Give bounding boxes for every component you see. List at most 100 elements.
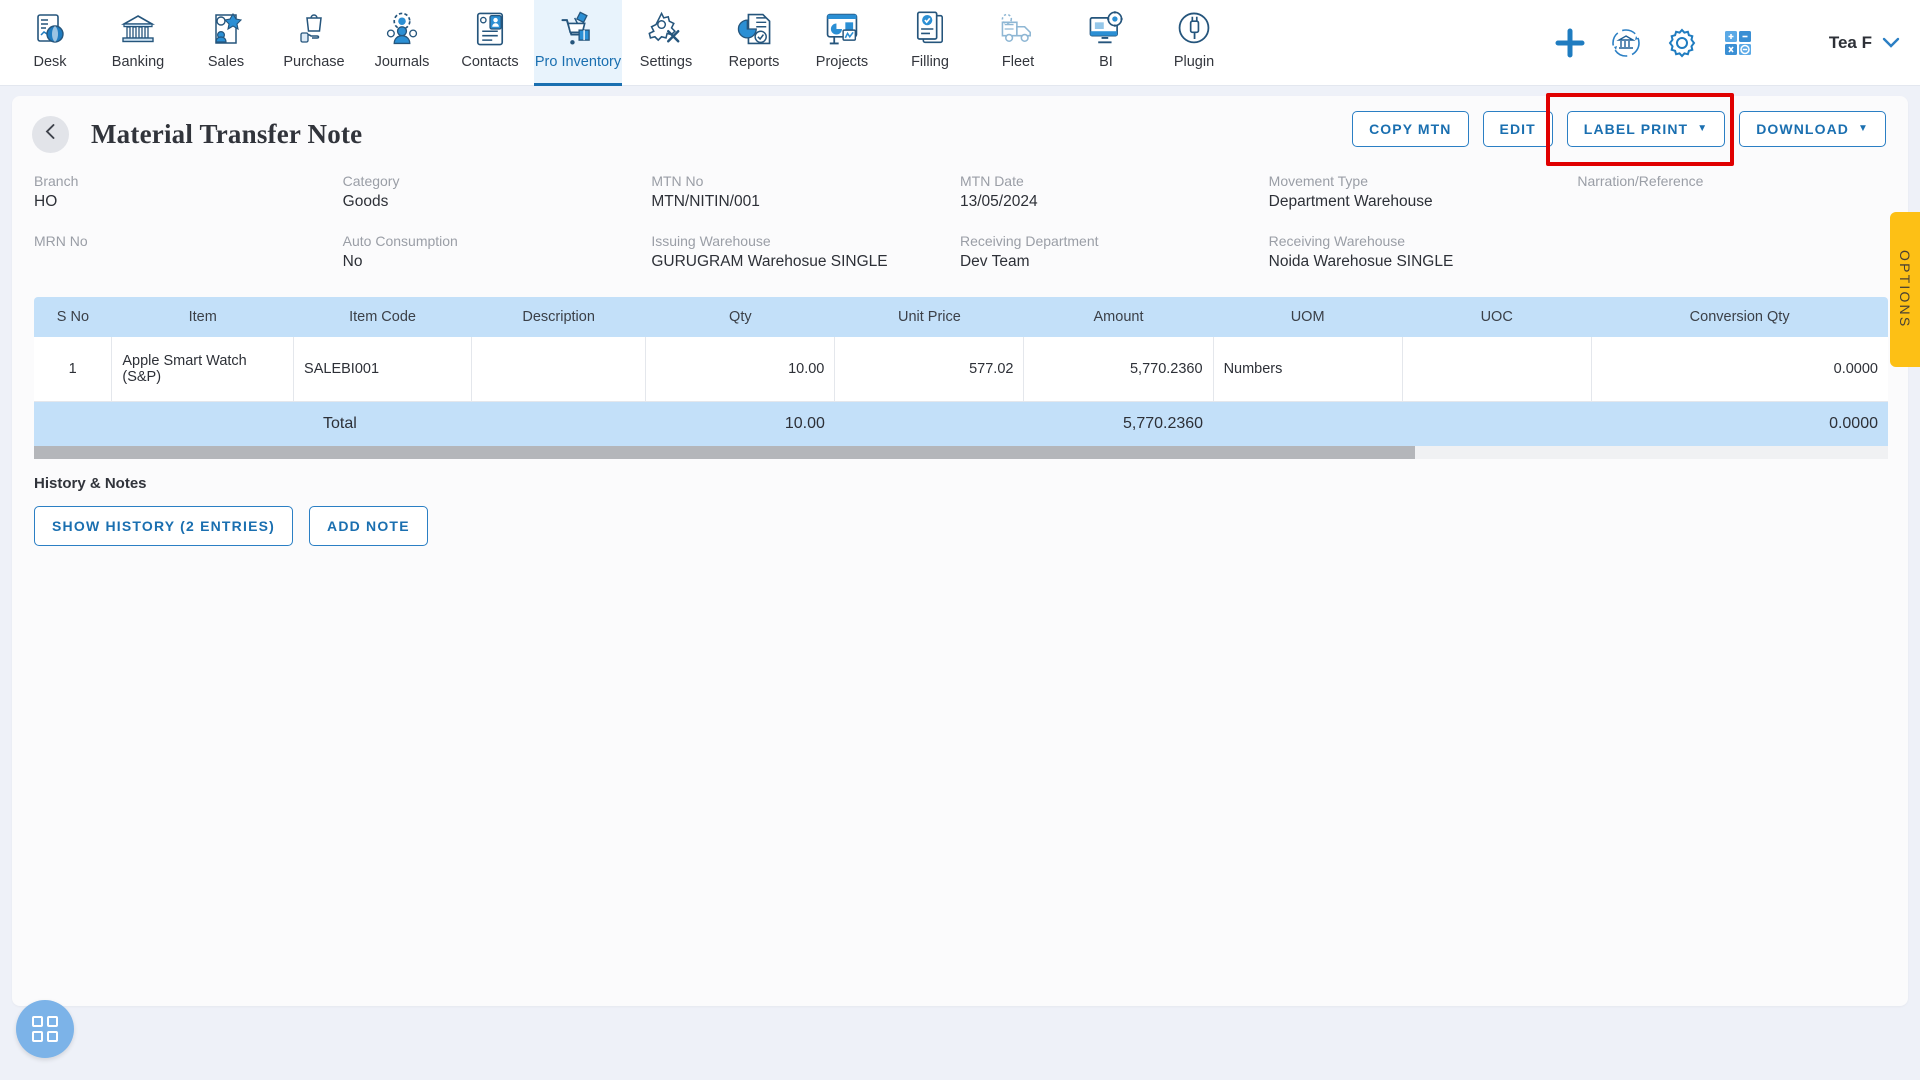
field-value: Goods (342, 193, 389, 210)
field-category: Category Goods (343, 173, 652, 211)
cell-description (471, 337, 646, 402)
calculator-icon[interactable] (1721, 26, 1755, 60)
settings-gear-icon[interactable] (1665, 26, 1699, 60)
nav-label: Banking (111, 54, 165, 70)
nav-label: Desk (33, 54, 67, 70)
field-narration-reference: Narration/Reference (1577, 173, 1886, 211)
user-name: Tea F (1828, 33, 1872, 52)
nav-label: Plugin (1173, 54, 1215, 70)
field-receiving-department: Receiving Department Dev Team (960, 233, 1269, 271)
nav-label: Sales (207, 54, 245, 70)
projects-dashboard-icon (826, 13, 858, 45)
field-receiving-warehouse: Receiving Warehouse Noida Warehosue SING… (1269, 233, 1578, 271)
field-label: Issuing Warehouse (651, 233, 771, 249)
label-print-button[interactable]: LABEL PRINT ▼ (1566, 111, 1726, 147)
reports-piechart-icon (737, 13, 771, 45)
nav-item-plugin[interactable]: Plugin (1150, 0, 1238, 86)
nav-item-pro-inventory[interactable]: Pro Inventory (534, 0, 622, 86)
nav-item-purchase[interactable]: Purchase (270, 0, 358, 86)
field-issuing-warehouse: Issuing Warehouse GURUGRAM Warehosue SIN… (651, 233, 960, 271)
cell-amount: 5,770.2360 (1023, 337, 1214, 402)
options-side-tab[interactable]: OPTIONS (1890, 212, 1920, 367)
field-auto-consumption: Auto Consumption No (343, 233, 652, 271)
options-label: OPTIONS (1897, 250, 1913, 329)
detail-fields-grid: Branch HO Category Goods MTN No MTN/NITI… (12, 159, 1908, 271)
nav-label: Purchase (283, 54, 345, 70)
nav-item-desk[interactable]: Desk (6, 0, 94, 86)
top-navigation-bar: Desk Banking Sales Purchase Journals Con… (0, 0, 1920, 86)
nav-label: Filling (911, 54, 949, 70)
bank-sync-icon[interactable] (1609, 26, 1643, 60)
journals-icon (386, 12, 418, 45)
nav-item-projects[interactable]: Projects (798, 0, 886, 86)
table-body: 1 Apple Smart Watch (S&P) SALEBI001 10.0… (34, 337, 1888, 402)
download-button[interactable]: DOWNLOAD ▼ (1739, 111, 1886, 147)
edit-label: EDIT (1499, 121, 1536, 137)
nav-item-fleet[interactable]: Fleet (974, 0, 1062, 86)
total-label: Total (34, 401, 646, 446)
copy-mtn-label: COPY MTN (1369, 121, 1452, 137)
field-mrn-no: MRN No (34, 233, 343, 271)
table-total-row: Total 10.00 5,770.2360 0.0000 (34, 401, 1888, 446)
items-table: S No Item Item Code Description Qty Unit… (34, 297, 1888, 446)
col-qty: Qty (645, 297, 835, 337)
material-transfer-note-card: Material Transfer Note COPY MTN EDIT LAB… (12, 93, 1908, 1006)
field-mtn-no: MTN No MTN/NITIN/001 (651, 173, 960, 211)
top-right-toolbar: Tea F (1553, 0, 1904, 86)
field-branch: Branch HO (34, 173, 343, 211)
col-conversion-qty: Conversion Qty (1591, 297, 1888, 337)
cell-s-no: 1 (34, 337, 112, 402)
nav-item-reports[interactable]: Reports (710, 0, 798, 86)
cell-unit-price: 577.02 (834, 337, 1024, 402)
bank-icon (118, 9, 158, 49)
cell-uoc (1401, 337, 1592, 402)
header-actions: COPY MTN EDIT LABEL PRINT ▼ DOWNLOAD ▼ (1352, 111, 1886, 147)
page-title: Material Transfer Note (91, 119, 363, 149)
chevron-down-icon: ▼ (1697, 123, 1709, 134)
nav-label: Reports (728, 54, 780, 70)
nav-label: Fleet (1001, 54, 1035, 70)
plugin-plug-icon (1178, 12, 1210, 44)
total-conversion-qty: 0.0000 (1591, 401, 1888, 446)
nav-label: Contacts (461, 54, 519, 70)
col-uoc: UOC (1402, 297, 1592, 337)
nav-item-settings[interactable]: Settings (622, 0, 710, 86)
table-header-row: S No Item Item Code Description Qty Unit… (34, 297, 1888, 337)
show-history-button[interactable]: SHOW HISTORY (2 ENTRIES) (34, 506, 294, 546)
scrollbar-thumb[interactable] (34, 446, 1416, 459)
back-button[interactable] (32, 116, 69, 153)
chevron-down-icon (1882, 35, 1900, 52)
items-table-area: S No Item Item Code Description Qty Unit… (12, 271, 1908, 446)
nav-item-banking[interactable]: Banking (94, 0, 182, 86)
cell-item: Apple Smart Watch (S&P) (111, 337, 294, 402)
total-amount: 5,770.2360 (1023, 401, 1214, 446)
chevron-down-icon: ▼ (1858, 123, 1869, 134)
nav-item-sales[interactable]: Sales (182, 0, 270, 86)
cell-uom: Numbers (1212, 337, 1403, 402)
field-value: MTN/NITIN/001 (651, 193, 760, 210)
table-footer: Total 10.00 5,770.2360 0.0000 (34, 401, 1888, 446)
label-print-label: LABEL PRINT (1583, 121, 1689, 137)
apps-fab-button[interactable] (16, 1000, 74, 1058)
add-plus-icon[interactable] (1553, 26, 1587, 60)
field-value: Dev Team (959, 253, 1030, 270)
field-label: MTN No (651, 173, 704, 189)
nav-items-container: Desk Banking Sales Purchase Journals Con… (6, 0, 1238, 86)
nav-item-filling[interactable]: Filling (886, 0, 974, 86)
table-horizontal-scrollbar[interactable] (34, 446, 1888, 459)
edit-button[interactable]: EDIT (1482, 111, 1553, 147)
table-row[interactable]: 1 Apple Smart Watch (S&P) SALEBI001 10.0… (34, 337, 1888, 402)
bi-monitor-icon (1089, 11, 1123, 44)
user-menu[interactable]: Tea F (1829, 33, 1900, 53)
fleet-truck-icon (1001, 13, 1031, 42)
nav-label: Pro Inventory (534, 54, 622, 70)
add-note-button[interactable]: ADD NOTE (309, 506, 428, 546)
nav-item-bi[interactable]: BI (1062, 0, 1150, 86)
copy-mtn-button[interactable]: COPY MTN (1352, 111, 1469, 147)
col-s-no: S No (34, 297, 112, 337)
nav-item-journals[interactable]: Journals (358, 0, 446, 86)
field-label: Auto Consumption (342, 233, 458, 249)
nav-item-contacts[interactable]: Contacts (446, 0, 534, 86)
add-note-label: ADD NOTE (327, 518, 410, 534)
filling-document-check-icon (916, 11, 943, 44)
